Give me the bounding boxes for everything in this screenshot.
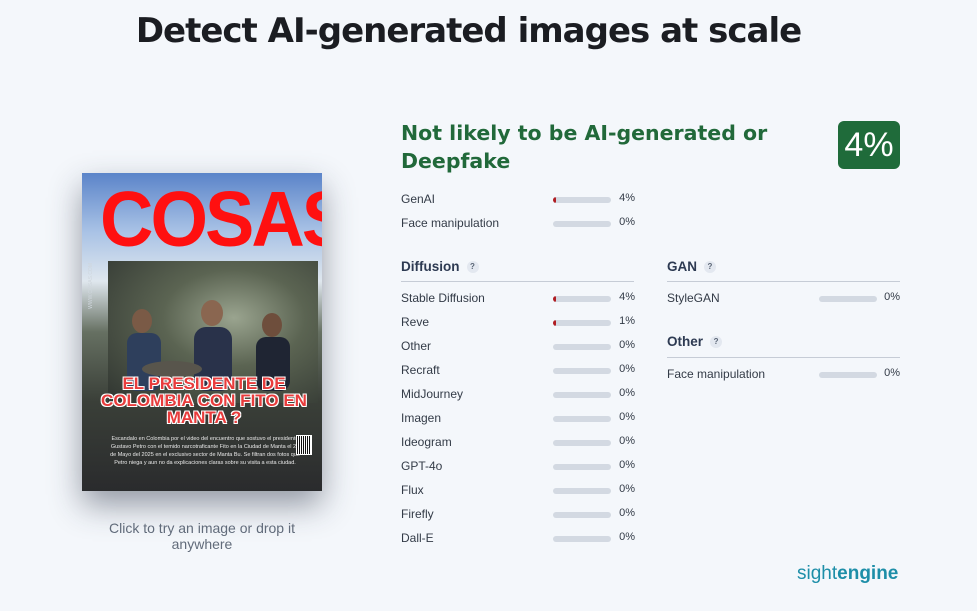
logo-light: sight — [797, 563, 838, 584]
model-label: StyleGAN — [667, 291, 720, 305]
other-title: Other — [667, 334, 704, 349]
other-help-icon[interactable]: ? — [710, 336, 723, 348]
score-bar — [553, 488, 611, 494]
diffusion-row: Firefly 0% — [401, 507, 635, 523]
score-bar — [553, 344, 611, 350]
score-badge: 4% — [838, 121, 900, 169]
score-bar — [553, 392, 611, 398]
magazine-title: COSAS — [100, 174, 322, 263]
model-pct: 0% — [884, 291, 900, 303]
score-bar — [819, 372, 877, 378]
gan-divider — [667, 281, 900, 282]
summary-label: Face manipulation — [401, 216, 500, 230]
score-bar — [553, 440, 611, 446]
score-bar — [819, 296, 877, 302]
score-bar — [553, 512, 611, 518]
score-bar — [553, 320, 611, 326]
model-label: Face manipulation — [667, 367, 766, 381]
model-label: Flux — [401, 483, 424, 497]
gan-help-icon[interactable]: ? — [704, 261, 716, 273]
model-pct: 0% — [619, 507, 635, 519]
model-pct: 0% — [619, 339, 635, 351]
page-headline: Detect AI-generated images at scale — [135, 11, 802, 51]
diffusion-section-title: Diffusion? — [401, 259, 479, 274]
model-pct: 0% — [619, 483, 635, 495]
model-label: Reve — [401, 315, 430, 329]
model-pct: 0% — [884, 367, 900, 379]
model-label: Firefly — [401, 507, 434, 521]
score-bar-fill — [553, 296, 556, 302]
model-pct: 0% — [619, 387, 635, 399]
model-label: Recraft — [401, 363, 440, 377]
other-divider — [667, 357, 900, 358]
gan-section-title: GAN? — [667, 259, 716, 274]
model-label: GPT-4o — [401, 459, 443, 473]
score-bar — [553, 536, 611, 542]
diffusion-help-icon[interactable]: ? — [466, 261, 479, 273]
score-bar-fill — [553, 197, 556, 203]
model-pct: 0% — [619, 531, 635, 543]
diffusion-row: MidJourney 0% — [401, 387, 635, 403]
logo-bold: engine — [837, 563, 899, 584]
other-section-title: Other? — [667, 334, 723, 349]
magazine-barcode — [296, 435, 312, 455]
model-pct: 4% — [619, 291, 635, 303]
diffusion-row: Stable Diffusion 4% — [401, 291, 635, 307]
diffusion-row: Recraft 0% — [401, 363, 635, 379]
magazine-side-text: WWW.COSAS.COM — [88, 263, 94, 309]
diffusion-title: Diffusion — [401, 259, 460, 274]
score-bar — [553, 221, 611, 227]
diffusion-row: Dall-E 0% — [401, 531, 635, 547]
summary-pct: 0% — [619, 216, 635, 228]
score-bar — [553, 368, 611, 374]
model-pct: 0% — [619, 411, 635, 423]
magazine-headline: EL PRESIDENTE DE COLOMBIA CON FITO EN MA… — [101, 374, 307, 427]
model-label: Imagen — [401, 411, 442, 425]
model-label: MidJourney — [401, 387, 464, 401]
score-bar — [553, 197, 611, 203]
score-bar — [553, 296, 611, 302]
gan-row: StyleGAN 0% — [667, 291, 901, 307]
diffusion-row: Other 0% — [401, 339, 635, 355]
diffusion-row: GPT-4o 0% — [401, 459, 635, 475]
score-bar-fill — [553, 320, 556, 326]
image-upload-dropzone[interactable]: COSAS WWW.COSAS.COM EL PRESIDENTE DE COL… — [82, 173, 322, 491]
summary-label: GenAI — [401, 192, 436, 206]
verdict-text: Not likely to be AI-generated or Deepfak… — [401, 121, 768, 173]
other-row: Face manipulation 0% — [667, 367, 901, 383]
magazine-blurb: Escandalo en Colombia por el video del e… — [110, 436, 300, 466]
score-bar — [553, 464, 611, 470]
model-label: Ideogram — [401, 435, 452, 449]
diffusion-row: Flux 0% — [401, 483, 635, 499]
model-pct: 0% — [619, 363, 635, 375]
model-pct: 0% — [619, 459, 635, 471]
upload-caption: Click to try an image or drop it anywher… — [109, 520, 295, 552]
diffusion-row: Reve 1% — [401, 315, 635, 331]
model-label: Dall-E — [401, 531, 434, 545]
model-pct: 0% — [619, 435, 635, 447]
diffusion-row: Imagen 0% — [401, 411, 635, 427]
summary-row: GenAI 4% — [401, 192, 635, 208]
model-label: Stable Diffusion — [401, 291, 485, 305]
uploaded-image-preview: COSAS WWW.COSAS.COM EL PRESIDENTE DE COL… — [82, 173, 322, 491]
summary-pct: 4% — [619, 192, 635, 204]
sightengine-logo[interactable]: sightengine — [797, 563, 898, 585]
score-bar — [553, 416, 611, 422]
model-label: Other — [401, 339, 432, 353]
diffusion-divider — [401, 281, 634, 282]
diffusion-row: Ideogram 0% — [401, 435, 635, 451]
model-pct: 1% — [619, 315, 635, 327]
gan-title: GAN — [667, 259, 697, 274]
summary-row: Face manipulation 0% — [401, 216, 635, 232]
